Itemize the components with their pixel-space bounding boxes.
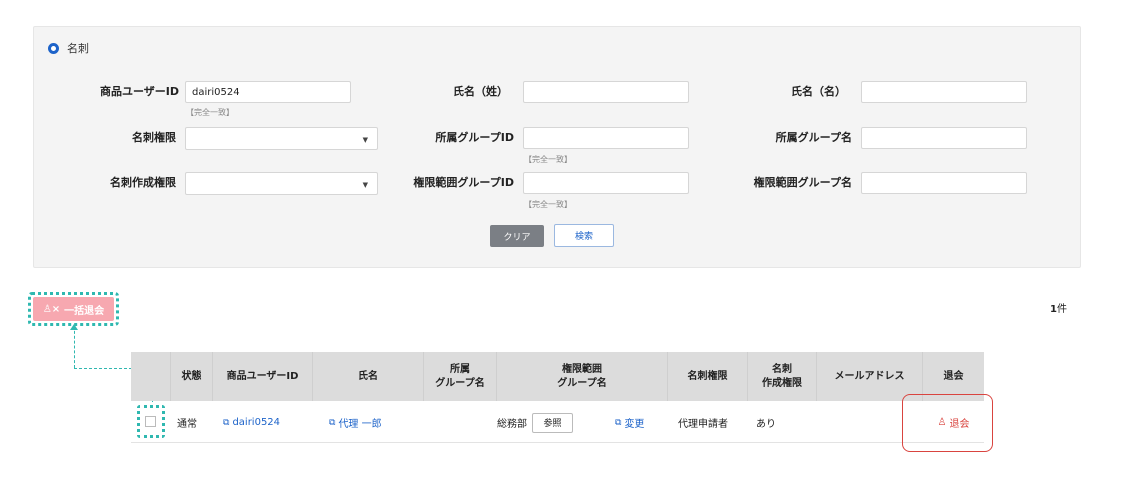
th-checkbox [131, 352, 171, 401]
panel-title-label: 名刺 [67, 42, 89, 55]
td-create-permission: あり [756, 419, 776, 430]
card-create-permission-label: 名刺作成権限 [110, 176, 176, 189]
card-permission-select[interactable]: ▼ [185, 127, 378, 150]
radio-icon[interactable] [48, 42, 59, 54]
card-permission-label: 名刺権限 [132, 131, 176, 144]
change-link[interactable]: ⧉ 変更 [615, 415, 644, 431]
first-name-input[interactable] [861, 81, 1027, 103]
product-user-id-label: 商品ユーザーID [100, 85, 180, 98]
last-name-input[interactable] [523, 81, 689, 103]
user-remove-icon: ♙× [42, 303, 61, 315]
row-checkbox[interactable] [145, 416, 156, 427]
th-status: 状態 [171, 352, 213, 401]
user-id-link[interactable]: ⧉ dairi0524 [223, 417, 280, 428]
search-button[interactable]: 検索 [554, 224, 614, 247]
th-name: 氏名 [313, 352, 424, 401]
td-group [424, 402, 497, 443]
bulk-withdraw-button[interactable]: ♙× 一括退会 [33, 297, 114, 321]
edit-icon: ⧉ [329, 417, 336, 428]
td-name: ⧉ 代理 一郎 [313, 402, 424, 443]
scope-group-value: 総務部 [497, 419, 527, 430]
clear-button[interactable]: クリア [490, 225, 544, 247]
table-row: 通常 ⧉ dairi0524 ⧉ 代理 一郎 総務部 参照 ⧉ 変更 代理申請者… [131, 402, 984, 443]
group-name-label: 所属グループ名 [775, 131, 852, 144]
th-user-id: 商品ユーザーID [213, 352, 313, 401]
edit-icon: ⧉ [223, 417, 230, 428]
result-count: 1件 [1050, 304, 1067, 315]
scope-group-id-note: 【完全一致】 [524, 200, 572, 209]
withdraw-highlight [902, 394, 993, 452]
group-name-input[interactable] [861, 127, 1027, 149]
th-card-permission: 名刺権限 [668, 352, 748, 401]
reference-button[interactable]: 参照 [532, 412, 573, 433]
group-id-label: 所属グループID [435, 131, 514, 144]
scope-group-name-input[interactable] [861, 172, 1027, 194]
card-create-permission-select[interactable]: ▼ [185, 172, 378, 195]
connector-line [74, 326, 75, 368]
bulk-withdraw-label: 一括退会 [64, 305, 105, 317]
product-user-id-note: 【完全一致】 [186, 108, 234, 117]
td-card-permission: 代理申請者 [678, 419, 728, 430]
first-name-label: 氏名（名） [791, 85, 846, 98]
th-group: 所属 グループ名 [424, 352, 497, 401]
chevron-down-icon: ▼ [362, 181, 368, 189]
panel-title: 名刺 [48, 40, 89, 56]
th-scope-group: 権限範囲 グループ名 [497, 352, 668, 401]
edit-icon: ⧉ [615, 417, 622, 428]
table-header: 状態 商品ユーザーID 氏名 所属 グループ名 権限範囲 グループ名 名刺権限 名刺… [131, 352, 984, 401]
td-scope-group: 総務部 参照 ⧉ 変更 [497, 402, 668, 443]
last-name-label: 氏名（姓） [453, 85, 508, 98]
scope-group-name-label: 権限範囲グループ名 [753, 176, 852, 189]
td-status: 通常 [177, 419, 197, 430]
group-id-input[interactable] [523, 127, 689, 149]
name-link[interactable]: ⧉ 代理 一郎 [329, 415, 382, 431]
td-user-id: ⧉ dairi0524 [213, 402, 313, 443]
th-create-permission: 名刺 作成権限 [748, 352, 817, 401]
chevron-down-icon: ▼ [362, 136, 368, 144]
group-id-note: 【完全一致】 [524, 155, 572, 164]
scope-group-id-input[interactable] [523, 172, 689, 194]
product-user-id-input[interactable]: dairi0524 [185, 81, 351, 103]
scope-group-id-label: 権限範囲グループID [413, 176, 514, 189]
